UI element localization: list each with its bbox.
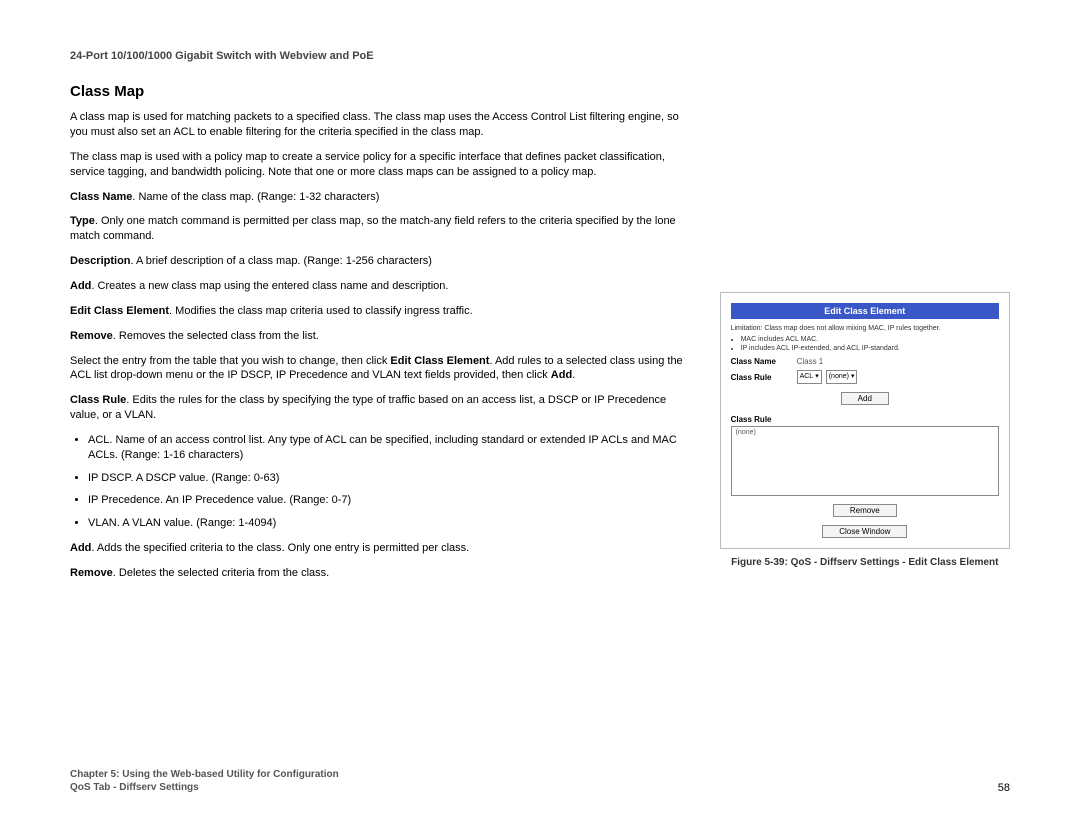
select-instruction: Select the entry from the table that you… (70, 354, 690, 384)
description-label: Description (70, 255, 131, 267)
field-remove: Remove. Removes the selected class from … (70, 329, 690, 344)
bullet-vlan: VLAN. A VLAN value. (Range: 1-4094) (88, 516, 690, 531)
figure-close-window-button[interactable]: Close Window (822, 525, 907, 538)
figure-rule-listbox[interactable]: (none) (731, 426, 999, 496)
page-footer: Chapter 5: Using the Web-based Utility f… (70, 768, 1010, 794)
type-label: Type (70, 215, 95, 227)
figure-remove-button[interactable]: Remove (833, 504, 897, 517)
bullet-acl: ACL. Name of an access control list. Any… (88, 433, 690, 463)
add-label: Add (70, 280, 91, 292)
figure-class-rule-row: Class Rule ACL▾ (none)▾ (731, 370, 999, 384)
chevron-down-icon: ▾ (851, 371, 855, 383)
intro-paragraph-2: The class map is used with a policy map … (70, 150, 690, 180)
field-edit-class-element: Edit Class Element. Modifies the class m… (70, 304, 690, 319)
field-type: Type. Only one match command is permitte… (70, 214, 690, 244)
figure-acl-select[interactable]: ACL▾ (797, 370, 822, 384)
figure-limitation: Limitation: Class map does not allow mix… (731, 325, 999, 353)
figure-caption: Figure 5-39: QoS - Diffserv Settings - E… (720, 557, 1010, 568)
page-header: 24-Port 10/100/1000 Gigabit Switch with … (70, 50, 1010, 62)
bullet-list: ACL. Name of an access control list. Any… (88, 433, 690, 531)
figure-add-button[interactable]: Add (841, 392, 889, 405)
field-class-rule: Class Rule. Edits the rules for the clas… (70, 393, 690, 423)
bullet-precedence: IP Precedence. An IP Precedence value. (… (88, 493, 690, 508)
class-name-label: Class Name (70, 191, 132, 203)
field-class-name: Class Name. Name of the class map. (Rang… (70, 190, 690, 205)
footer-section: QoS Tab - Diffserv Settings (70, 781, 339, 794)
side-column: Edit Class Element Limitation: Class map… (720, 82, 1010, 591)
figure-title-bar: Edit Class Element (731, 303, 999, 319)
field-remove-criteria: Remove. Deletes the selected criteria fr… (70, 566, 690, 581)
section-title: Class Map (70, 82, 690, 102)
footer-chapter: Chapter 5: Using the Web-based Utility f… (70, 768, 339, 781)
page-number: 58 (998, 782, 1010, 794)
field-description: Description. A brief description of a cl… (70, 254, 690, 269)
field-add: Add. Creates a new class map using the e… (70, 279, 690, 294)
class-rule-label: Class Rule (70, 394, 126, 406)
remove-label: Remove (70, 330, 113, 342)
field-add-criteria: Add. Adds the specified criteria to the … (70, 541, 690, 556)
figure-panel: Edit Class Element Limitation: Class map… (720, 292, 1010, 549)
intro-paragraph-1: A class map is used for matching packets… (70, 110, 690, 140)
figure-none-select[interactable]: (none)▾ (826, 370, 858, 384)
figure-class-name-value: Class 1 (797, 357, 824, 366)
figure-rule-box-section: Class Rule (none) (731, 415, 999, 496)
bullet-dscp: IP DSCP. A DSCP value. (Range: 0-63) (88, 471, 690, 486)
edit-class-element-label: Edit Class Element (70, 305, 169, 317)
chevron-down-icon: ▾ (815, 371, 819, 383)
main-column: Class Map A class map is used for matchi… (70, 82, 690, 591)
figure-class-name-row: Class Name Class 1 (731, 357, 999, 366)
